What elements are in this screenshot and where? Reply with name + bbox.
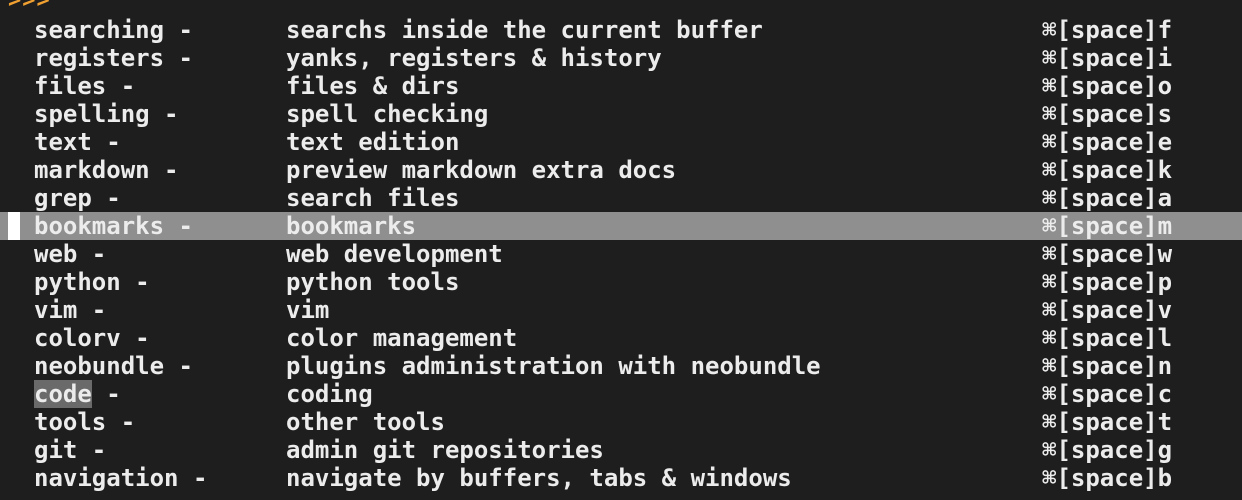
menu-item-description: python tools xyxy=(286,268,460,296)
menu-item-name: grep - xyxy=(34,184,121,212)
menu-item-description: spell checking xyxy=(286,100,489,128)
menu-item-description: admin git repositories xyxy=(286,436,604,464)
menu-item-shortcut: ⌘[space]b xyxy=(1042,464,1173,492)
menu-item-description: text edition xyxy=(286,128,460,156)
menu-item-name: markdown - xyxy=(34,156,179,184)
menu-item-bookmarks[interactable]: bookmarks - bookmarks ⌘[space]m xyxy=(0,212,1242,240)
menu-item-shortcut: ⌘[space]m xyxy=(1042,212,1173,240)
menu-item-shortcut: ⌘[space]p xyxy=(1042,268,1173,296)
menu-item-shortcut: ⌘[space]a xyxy=(1042,184,1173,212)
menu-item-web[interactable]: web - web development ⌘[space]w xyxy=(0,240,1242,268)
menu-item-colorv[interactable]: colorv - color management ⌘[space]l xyxy=(0,324,1242,352)
menu-item-description: other tools xyxy=(286,408,445,436)
menu-item-registers[interactable]: registers - yanks, registers & history ⌘… xyxy=(0,44,1242,72)
search-match-highlight: code xyxy=(34,380,92,408)
menu-item-grep[interactable]: grep - search files ⌘[space]a xyxy=(0,184,1242,212)
menu-item-python[interactable]: python - python tools ⌘[space]p xyxy=(0,268,1242,296)
menu-item-name: navigation - xyxy=(34,464,208,492)
menu-item-shortcut: ⌘[space]c xyxy=(1042,380,1173,408)
menu-item-description: vim xyxy=(286,296,330,324)
menu-item-description: bookmarks xyxy=(286,212,417,240)
menu-item-description: files & dirs xyxy=(286,72,460,100)
prompt-indicator: >>> xyxy=(8,0,51,13)
menu-item-vim[interactable]: vim - vim ⌘[space]v xyxy=(0,296,1242,324)
menu-item-description: plugins administration with neobundle xyxy=(286,352,821,380)
menu-item-text[interactable]: text - text edition ⌘[space]e xyxy=(0,128,1242,156)
menu-item-shortcut: ⌘[space]n xyxy=(1042,352,1173,380)
menu-item-shortcut: ⌘[space]o xyxy=(1042,72,1173,100)
menu-item-shortcut: ⌘[space]e xyxy=(1042,128,1173,156)
menu-item-name: searching - xyxy=(34,16,193,44)
menu-item-description: navigate by buffers, tabs & windows xyxy=(286,464,792,492)
menu-item-description: color management xyxy=(286,324,518,352)
menu-item-name: files - xyxy=(34,72,136,100)
menu-item-neobundle[interactable]: neobundle - plugins administration with … xyxy=(0,352,1242,380)
menu-item-description: preview markdown extra docs xyxy=(286,156,677,184)
cursor-block xyxy=(8,212,20,240)
menu-item-markdown[interactable]: markdown - preview markdown extra docs ⌘… xyxy=(0,156,1242,184)
menu-item-shortcut: ⌘[space]k xyxy=(1042,156,1173,184)
terminal-window: >>> searching - searchs inside the curre… xyxy=(0,0,1242,500)
menu-item-shortcut: ⌘[space]w xyxy=(1042,240,1173,268)
menu-item-shortcut: ⌘[space]l xyxy=(1042,324,1173,352)
menu-item-name: tools - xyxy=(34,408,136,436)
menu-item-name: registers - xyxy=(34,44,193,72)
menu-item-description: searchs inside the current buffer xyxy=(286,16,763,44)
menu-item-name: web - xyxy=(34,240,107,268)
menu-item-git[interactable]: git - admin git repositories ⌘[space]g xyxy=(0,436,1242,464)
menu-item-name: code - xyxy=(34,380,121,408)
menu-item-searching[interactable]: searching - searchs inside the current b… xyxy=(0,16,1242,44)
menu-item-shortcut: ⌘[space]s xyxy=(1042,100,1173,128)
menu-item-shortcut: ⌘[space]f xyxy=(1042,16,1173,44)
menu-item-name: vim - xyxy=(34,296,107,324)
menu-item-name: python - xyxy=(34,268,150,296)
menu-item-tools[interactable]: tools - other tools ⌘[space]t xyxy=(0,408,1242,436)
menu-item-spelling[interactable]: spelling - spell checking ⌘[space]s xyxy=(0,100,1242,128)
menu-item-shortcut: ⌘[space]v xyxy=(1042,296,1173,324)
menu-item-description: web development xyxy=(286,240,503,268)
menu-item-shortcut: ⌘[space]i xyxy=(1042,44,1173,72)
menu-item-navigation[interactable]: navigation - navigate by buffers, tabs &… xyxy=(0,464,1242,492)
menu-item-name: text - xyxy=(34,128,121,156)
menu-item-shortcut: ⌘[space]t xyxy=(1042,408,1173,436)
menu-item-shortcut: ⌘[space]g xyxy=(1042,436,1173,464)
menu-item-name: bookmarks - xyxy=(34,212,193,240)
menu-item-description: search files xyxy=(286,184,460,212)
menu-item-files[interactable]: files - files & dirs ⌘[space]o xyxy=(0,72,1242,100)
menu-item-code[interactable]: code - coding ⌘[space]c xyxy=(0,380,1242,408)
menu-item-name: neobundle - xyxy=(34,352,193,380)
menu-item-name: colorv - xyxy=(34,324,150,352)
menu-item-name: git - xyxy=(34,436,107,464)
menu-list: searching - searchs inside the current b… xyxy=(0,16,1242,492)
menu-item-name: spelling - xyxy=(34,100,179,128)
menu-item-description: yanks, registers & history xyxy=(286,44,662,72)
menu-item-description: coding xyxy=(286,380,373,408)
